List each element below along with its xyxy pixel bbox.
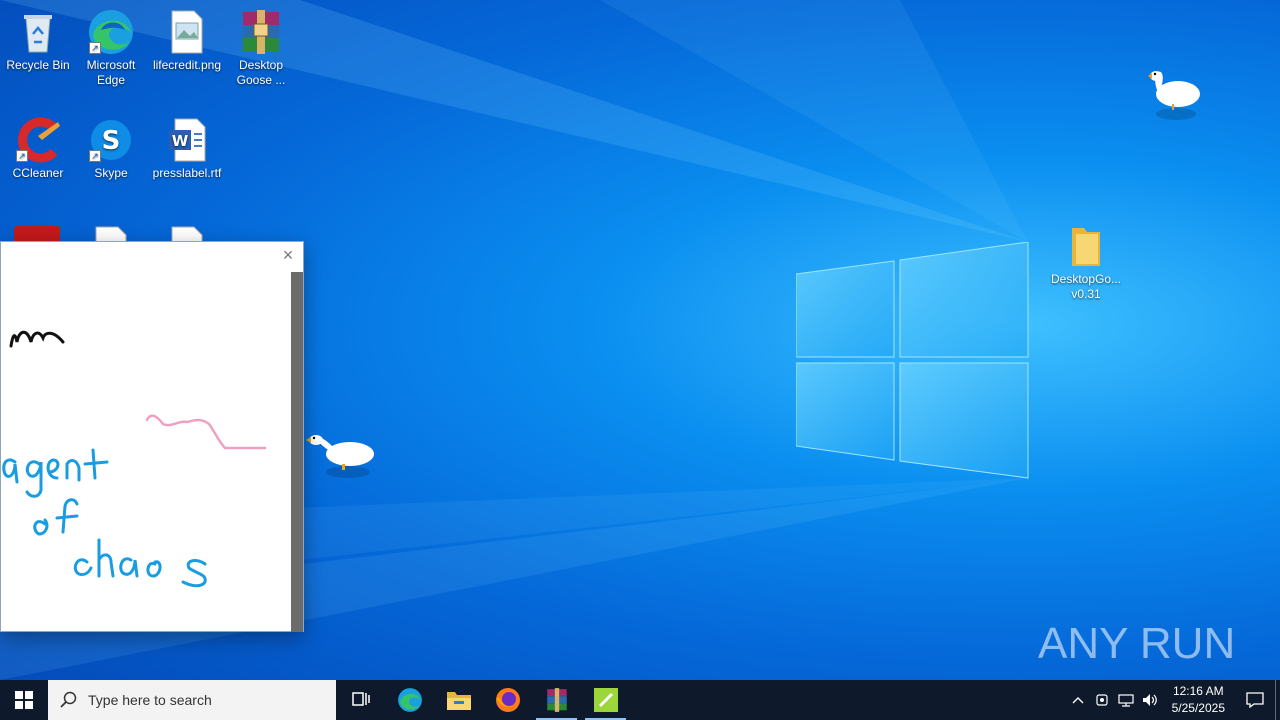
goose-note-window[interactable]: ×: [0, 241, 304, 632]
ccleaner-icon: ↗: [14, 116, 62, 164]
desktop-icon-label: Desktop Goose ...: [236, 58, 286, 87]
winrar-archive-icon: [237, 8, 285, 56]
firefox-icon: [495, 688, 520, 712]
chevron-up-icon[interactable]: [1066, 680, 1090, 720]
action-center-button[interactable]: [1235, 680, 1275, 720]
desktop-icon-label: Recycle Bin: [6, 58, 70, 72]
desktop-icon-desktop-goose-archive[interactable]: Desktop Goose ...: [223, 8, 299, 88]
edge-icon: [397, 688, 422, 712]
shortcut-arrow-icon: ↗: [16, 150, 28, 162]
svg-text:ANY RUN: ANY RUN: [1038, 619, 1233, 668]
winrar-icon: [546, 688, 567, 712]
notification-icon: [1246, 692, 1264, 708]
taskbar-file-explorer[interactable]: [434, 680, 483, 720]
ink-stroke-blue: [2, 448, 207, 588]
desktop-icon-label: DesktopGo... v0.31: [1050, 272, 1122, 301]
edge-icon: ↗: [87, 8, 135, 56]
desktop-icon-label: CCleaner: [12, 166, 64, 180]
desktop-icon-label: Microsoft Edge: [86, 58, 136, 87]
taskbar-search-box[interactable]: Type here to search: [48, 680, 336, 720]
goose-sprite[interactable]: [1140, 64, 1202, 122]
file-explorer-icon: [446, 692, 471, 710]
desktop-icon-microsoft-edge[interactable]: ↗ Microsoft Edge: [73, 8, 149, 88]
windows-logo-wallpaper: [796, 242, 1029, 479]
desktop-icon-ccleaner[interactable]: ↗ CCleaner: [0, 116, 76, 181]
desktop-goose-icon: [593, 688, 618, 712]
desktop-icon-skype[interactable]: S ↗ Skype: [73, 116, 149, 181]
clock-time: 12:16 AM: [1172, 684, 1224, 698]
volume-icon[interactable]: [1138, 680, 1162, 720]
shortcut-arrow-icon: ↗: [89, 42, 101, 54]
svg-text:S: S: [102, 126, 121, 156]
handwritten-note-drawing: [2, 330, 267, 588]
desktop-icon-lifecredit[interactable]: lifecredit.png: [149, 8, 225, 73]
taskbar-clock[interactable]: 12:16 AM 5/25/2025: [1162, 683, 1235, 717]
search-placeholder: Type here to search: [88, 692, 212, 708]
desktop-icon-recycle-bin[interactable]: Recycle Bin: [0, 8, 76, 73]
folder-icon: [1062, 222, 1110, 270]
ink-stroke-black: [9, 330, 65, 348]
desktop-icon-label: presslabel.rtf: [152, 166, 222, 180]
goose-sprite[interactable]: [302, 428, 376, 480]
word-document-icon: W: [163, 116, 211, 164]
search-icon: [60, 691, 77, 708]
task-view-icon: [351, 692, 370, 706]
taskbar-winrar[interactable]: [532, 680, 581, 720]
svg-text:W: W: [172, 132, 189, 150]
desktop-icon-presslabel[interactable]: W presslabel.rtf: [149, 116, 225, 181]
desktop-icon-label: lifecredit.png: [152, 58, 222, 72]
shortcut-arrow-icon: ↗: [89, 150, 101, 162]
taskbar-edge[interactable]: [385, 680, 434, 720]
skype-icon: S ↗: [87, 116, 135, 164]
desktop-icon-label: Skype: [94, 166, 128, 180]
system-tray: 12:16 AM 5/25/2025: [1066, 680, 1280, 720]
clock-date: 5/25/2025: [1171, 701, 1225, 715]
image-file-icon: [163, 8, 211, 56]
windows-start-icon: [15, 691, 33, 709]
device-icon[interactable]: [1090, 680, 1114, 720]
task-view-button[interactable]: [336, 680, 385, 720]
desktop-icon-desktopgoose-folder[interactable]: DesktopGo... v0.31: [1048, 222, 1124, 302]
show-desktop-button[interactable]: [1275, 680, 1280, 720]
recycle-bin-icon: [14, 8, 62, 56]
anyrun-watermark: ANY RUN: [1038, 619, 1233, 668]
taskbar: Type here to search 12:16 AM 5/25/2025: [0, 680, 1280, 720]
ink-stroke-pink: [145, 414, 267, 450]
network-icon[interactable]: [1114, 680, 1138, 720]
start-button[interactable]: [0, 680, 48, 720]
taskbar-firefox[interactable]: [483, 680, 532, 720]
taskbar-desktop-goose[interactable]: [581, 680, 630, 720]
